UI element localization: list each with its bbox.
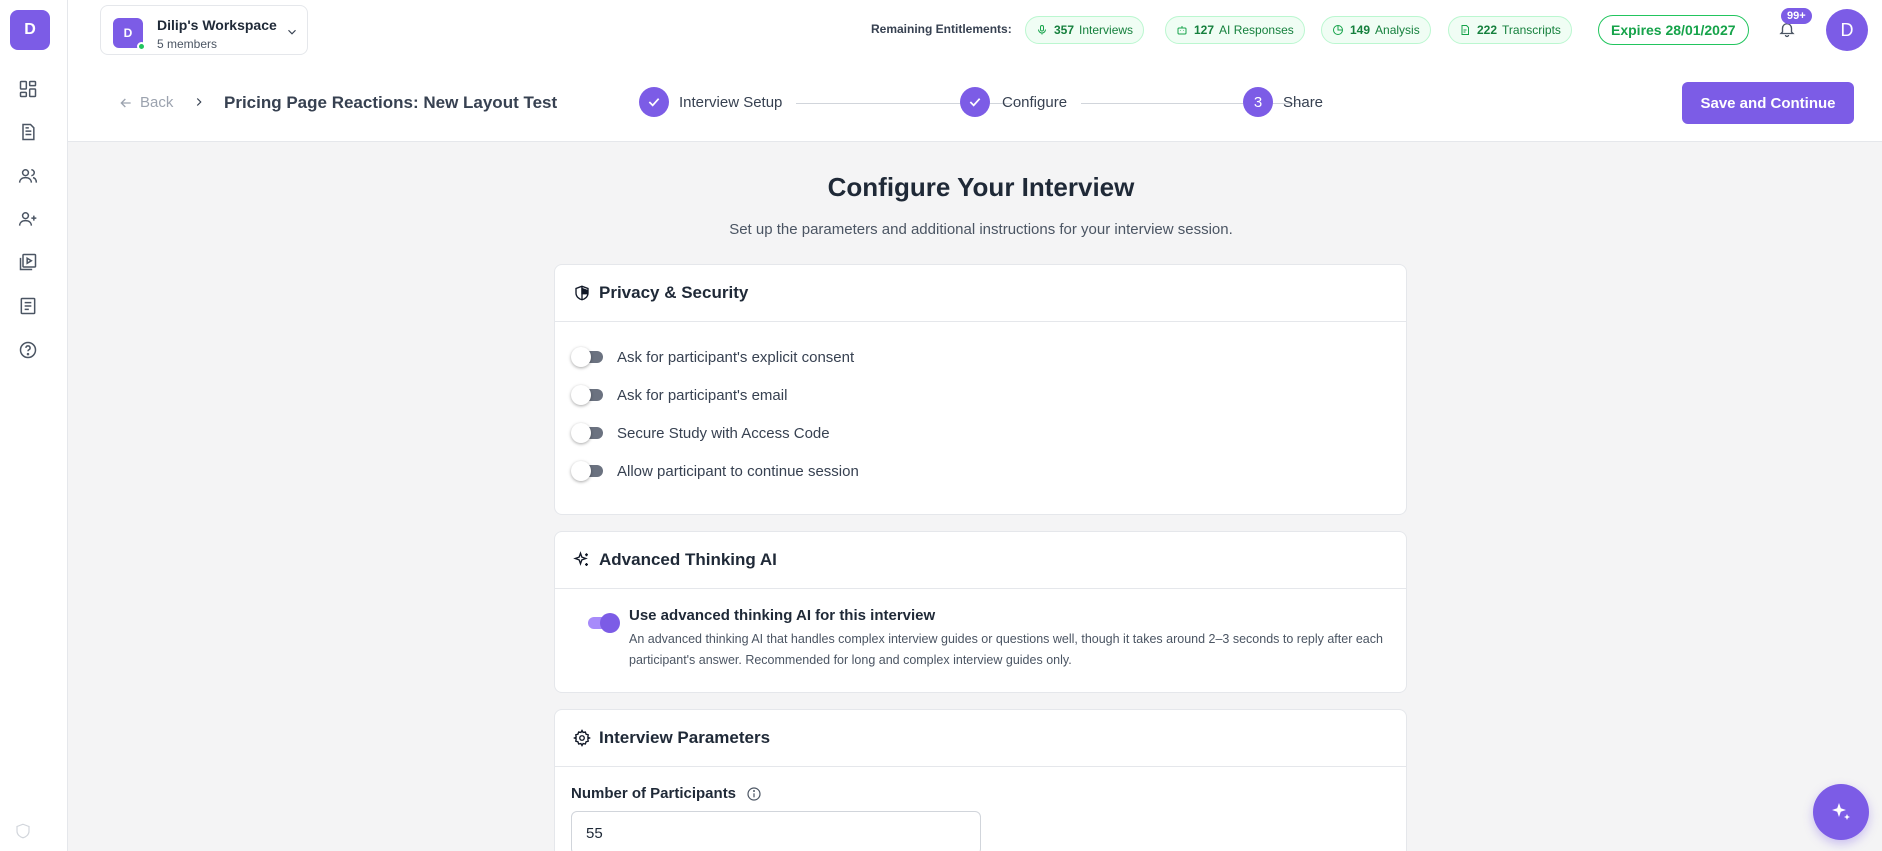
step-configure-check (960, 87, 990, 117)
entitlement-label: Analysis (1375, 23, 1420, 37)
toggle-advanced-ai[interactable] (582, 613, 620, 633)
step-interview-setup-check (639, 87, 669, 117)
help-icon[interactable] (16, 338, 40, 362)
sidebar: D (0, 0, 68, 851)
privacy-security-card: Privacy & Security Ask for participant's… (554, 264, 1407, 515)
entitlement-count: 127 (1194, 23, 1215, 37)
toggle-label: Ask for participant's explicit consent (617, 348, 855, 366)
step-share-number: 3 (1243, 87, 1273, 117)
expiry-badge[interactable]: Expires 28/01/2027 (1598, 15, 1749, 45)
toggle-switch[interactable] (571, 385, 607, 405)
shield-icon (14, 822, 32, 840)
entitlement-transcripts: 222 Transcripts (1448, 16, 1572, 44)
step-interview-setup[interactable]: Interview Setup (679, 94, 782, 111)
card-header: Advanced Thinking AI (555, 532, 1406, 589)
toggle-label: Ask for participant's email (617, 386, 788, 404)
card-title: Advanced Thinking AI (599, 550, 777, 569)
toggle-switch[interactable] (571, 423, 607, 443)
toggle-switch[interactable] (571, 461, 607, 481)
toggle-label: Allow participant to continue session (617, 462, 859, 480)
advanced-thinking-ai-card: Advanced Thinking AI Use advanced thinki… (554, 531, 1407, 693)
video-library-icon[interactable] (16, 250, 40, 274)
entitlement-interviews: 357 Interviews (1025, 16, 1145, 44)
advanced-ai-label: Use advanced thinking AI for this interv… (629, 607, 936, 624)
back-button[interactable]: Back (118, 94, 173, 111)
save-and-continue-button[interactable]: Save and Continue (1682, 82, 1854, 124)
list-icon[interactable] (16, 294, 40, 318)
study-header: Back Pricing Page Reactions: New Layout … (68, 60, 1882, 142)
entitlement-label: AI Responses (1219, 23, 1294, 37)
chevron-down-icon (285, 25, 299, 39)
toggle-switch[interactable] (571, 347, 607, 367)
user-avatar[interactable]: D (1826, 9, 1868, 51)
entitlement-count: 149 (1350, 23, 1371, 37)
toggle-label: Secure Study with Access Code (617, 424, 830, 442)
toggle-participant-email[interactable]: Ask for participant's email (571, 384, 787, 406)
sparkles-icon (573, 551, 591, 569)
robot-icon (1177, 26, 1187, 35)
step-configure[interactable]: Configure (1002, 94, 1067, 111)
participants-label: Number of Participants (571, 785, 762, 802)
back-label: Back (140, 94, 174, 111)
workspace-logo[interactable]: D (10, 10, 50, 50)
interview-parameters-card: Interview Parameters Number of Participa… (554, 709, 1407, 851)
card-title: Privacy & Security (599, 283, 749, 302)
sparkles-icon (1832, 803, 1850, 820)
page-subtitle: Set up the parameters and additional ins… (729, 221, 1233, 238)
document-icon[interactable] (16, 120, 40, 144)
transcript-icon (1461, 25, 1469, 35)
advanced-ai-description: An advanced thinking AI that handles com… (629, 632, 1383, 667)
toggle-access-code[interactable]: Secure Study with Access Code (571, 422, 830, 444)
check-icon (969, 98, 981, 107)
shield-icon (573, 284, 591, 302)
step-share[interactable]: Share (1283, 94, 1323, 111)
card-title: Interview Parameters (599, 728, 771, 747)
chevron-right-icon (192, 95, 206, 109)
entitlement-count: 222 (1477, 23, 1498, 37)
participants-label-text: Number of Participants (571, 785, 737, 802)
top-bar: D Dilip's Workspace 5 members Remaining … (68, 0, 1882, 60)
workspace-members: 5 members (157, 37, 218, 51)
entitlement-count: 357 (1054, 23, 1075, 37)
info-icon[interactable] (746, 786, 762, 802)
toggle-switch[interactable] (582, 613, 620, 633)
page-title: Configure Your Interview (827, 172, 1135, 202)
check-icon (648, 98, 660, 107)
card-header: Privacy & Security (555, 265, 1406, 322)
toggle-continue-session[interactable]: Allow participant to continue session (571, 460, 859, 482)
gear-icon (573, 729, 591, 747)
entitlement-analysis: 149 Analysis (1321, 16, 1431, 44)
participants-input[interactable] (571, 811, 981, 851)
toggle-explicit-consent[interactable]: Ask for participant's explicit consent (571, 346, 854, 368)
entitlement-label: Transcripts (1502, 23, 1561, 37)
ai-assistant-button[interactable] (1813, 784, 1869, 840)
pie-icon (1333, 25, 1343, 35)
entitlement-ai-responses: 127 AI Responses (1165, 16, 1305, 44)
notification-badge: 99+ (1781, 8, 1812, 24)
card-header: Interview Parameters (555, 710, 1406, 767)
dashboard-icon[interactable] (16, 77, 40, 101)
workspace-name: Dilip's Workspace (157, 17, 277, 33)
study-title: Pricing Page Reactions: New Layout Test (224, 93, 558, 112)
entitlements-label: Remaining Entitlements: (871, 22, 1012, 36)
mic-icon (1038, 25, 1046, 35)
online-indicator (137, 42, 146, 51)
workspace-switcher[interactable]: D Dilip's Workspace 5 members (100, 5, 308, 55)
arrow-left-icon (120, 98, 131, 107)
entitlement-label: Interviews (1079, 23, 1134, 37)
